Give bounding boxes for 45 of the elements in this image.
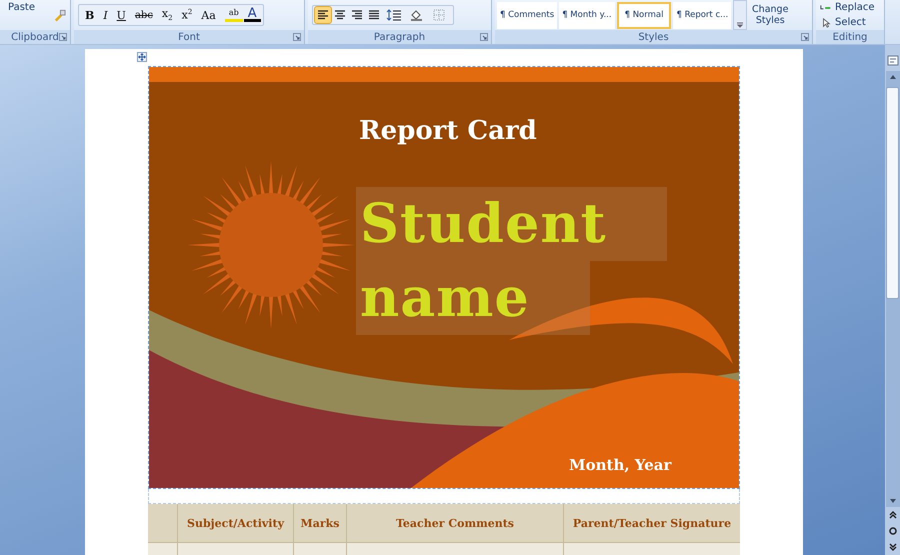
italic-button[interactable]: I [99,6,112,24]
group-label: Paragraph [374,32,426,42]
style-option[interactable]: ¶ Month y... [559,2,615,28]
format-painter-icon[interactable] [53,8,66,22]
column-header: Marks [294,504,347,542]
dialog-launcher-icon[interactable] [59,33,67,41]
browse-object-icon[interactable] [888,526,898,536]
bold-button[interactable]: B [81,6,98,24]
gallery-scroll[interactable] [733,0,748,30]
next-page-icon[interactable] [888,542,898,552]
column-header: Teacher Comments [347,504,564,542]
group-label: Font [178,32,200,42]
date-text: Month, Year [569,456,672,474]
strike-button[interactable]: abc [130,6,157,24]
ruler-toggle-icon[interactable] [886,53,898,67]
table-header-cell [148,504,178,542]
group-label: Editing [832,32,868,42]
scrollbar-thumb[interactable] [886,87,899,299]
sub-button[interactable]: x$_{2}$ [158,6,177,24]
case-button[interactable]: Aa [197,6,220,24]
style-option[interactable]: ¶ Comments [497,2,558,28]
dialog-launcher-icon[interactable] [801,33,809,41]
previous-page-icon[interactable] [888,510,898,520]
style-option[interactable]: ¶ Report c... [673,2,732,28]
change-styles-button[interactable]: Change Styles [749,4,792,26]
highlight-button[interactable]: ab [224,6,243,22]
column-header: Subject/Activity [178,504,294,542]
move-handle-icon[interactable] [137,52,147,62]
group-label: Clipboard [11,32,59,42]
column-header: Parent/Teacher Signature [564,504,740,542]
group-label: Styles [638,32,669,42]
more-styles-icon[interactable] [736,21,744,29]
sup-button[interactable]: x$^{2}$ [178,6,196,24]
font-color-button[interactable]: A [244,6,261,22]
underline-button[interactable]: U [112,6,130,24]
dialog-launcher-icon[interactable] [293,33,301,41]
document-title: Report Card [359,116,537,146]
dialog-launcher-icon[interactable] [480,33,488,41]
cursor-arrow-icon[interactable] [820,18,832,28]
select-button[interactable]: Select [835,17,866,28]
replace-button[interactable]: Replace [835,2,875,13]
paste-button[interactable]: Paste [4,2,39,13]
align-left-button[interactable] [315,7,331,23]
style-option[interactable]: ¶ Normal [616,2,672,28]
replace-icon[interactable] [820,2,832,12]
